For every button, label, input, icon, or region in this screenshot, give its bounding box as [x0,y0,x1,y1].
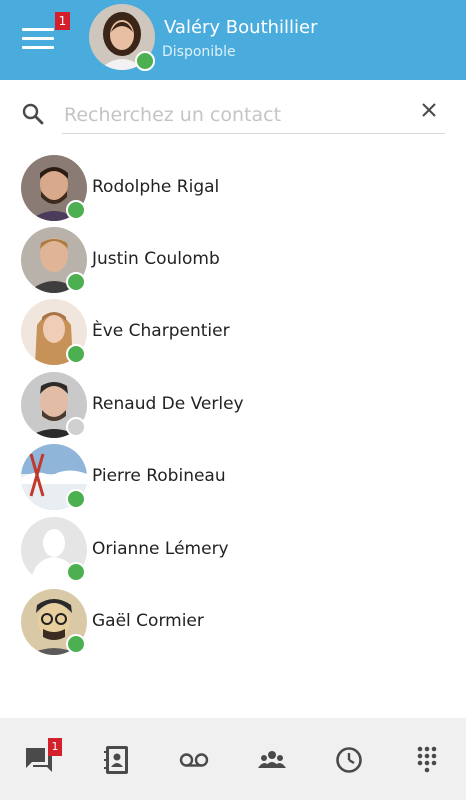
bottom-navigation [0,718,466,800]
menu-bar [22,46,54,49]
group-icon [258,751,286,768]
contact-name: Rodolphe Rigal [92,177,220,197]
tab-voicemail[interactable] [172,738,216,782]
contacts-book-icon [104,746,128,774]
search-input[interactable] [62,96,445,134]
contact-name: Orianne Lémery [92,539,229,559]
hamburger-menu-button[interactable] [22,26,56,52]
menu-bar [22,37,54,40]
contact-row[interactable]: Gaël Cormier [0,586,466,658]
contact-row[interactable]: Rodolphe Rigal [0,152,466,224]
app-header: 1 Valéry Bouthillier Disponible [0,0,466,80]
menu-notification-badge: 1 [55,12,70,30]
user-status-dot [135,51,155,71]
contact-name: Pierre Robineau [92,466,226,486]
tab-contacts[interactable] [95,738,139,782]
voicemail-icon [179,753,209,767]
clear-search-icon[interactable] [420,101,438,119]
contact-name: Justin Coulomb [92,249,220,269]
menu-bar [22,28,54,31]
tab-dialpad[interactable] [405,738,449,782]
status-online-dot [66,344,86,364]
contact-row[interactable]: Pierre Robineau [0,441,466,513]
contact-row[interactable]: Renaud De Verley [0,369,466,441]
tab-groups[interactable] [250,738,294,782]
contact-name: Renaud De Verley [92,394,244,414]
status-online-dot [66,562,86,582]
contact-row[interactable]: Ève Charpentier [0,296,466,368]
dialpad-icon [417,746,437,773]
status-online-dot [66,272,86,292]
contact-row[interactable]: Justin Coulomb [0,224,466,296]
status-online-dot [66,489,86,509]
user-name: Valéry Bouthillier [164,17,318,38]
chat-notification-badge: 1 [48,738,62,756]
contact-name: Ève Charpentier [92,321,230,341]
tab-history[interactable] [327,738,371,782]
contact-row[interactable]: Orianne Lémery [0,514,466,586]
status-online-dot [66,200,86,220]
search-icon [22,103,44,125]
history-clock-icon [336,747,362,773]
status-online-dot [66,634,86,654]
user-status-text[interactable]: Disponible [162,44,236,60]
status-offline-dot [66,417,86,437]
contact-name: Gaël Cormier [92,611,204,631]
